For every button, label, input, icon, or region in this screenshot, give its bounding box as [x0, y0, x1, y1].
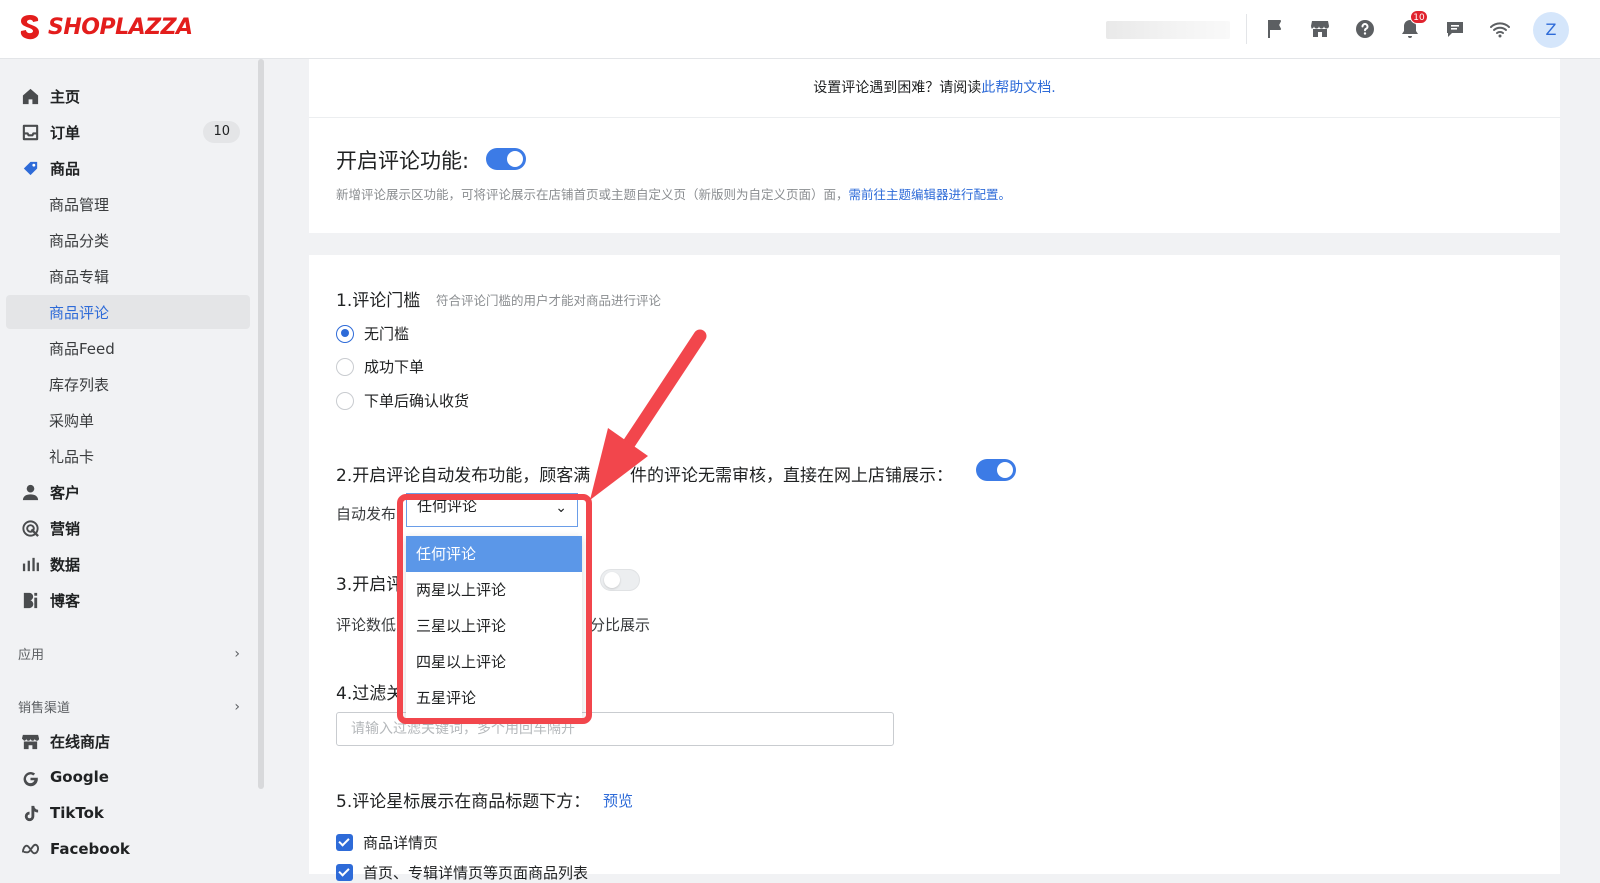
annotation-arrow-icon — [590, 329, 707, 500]
